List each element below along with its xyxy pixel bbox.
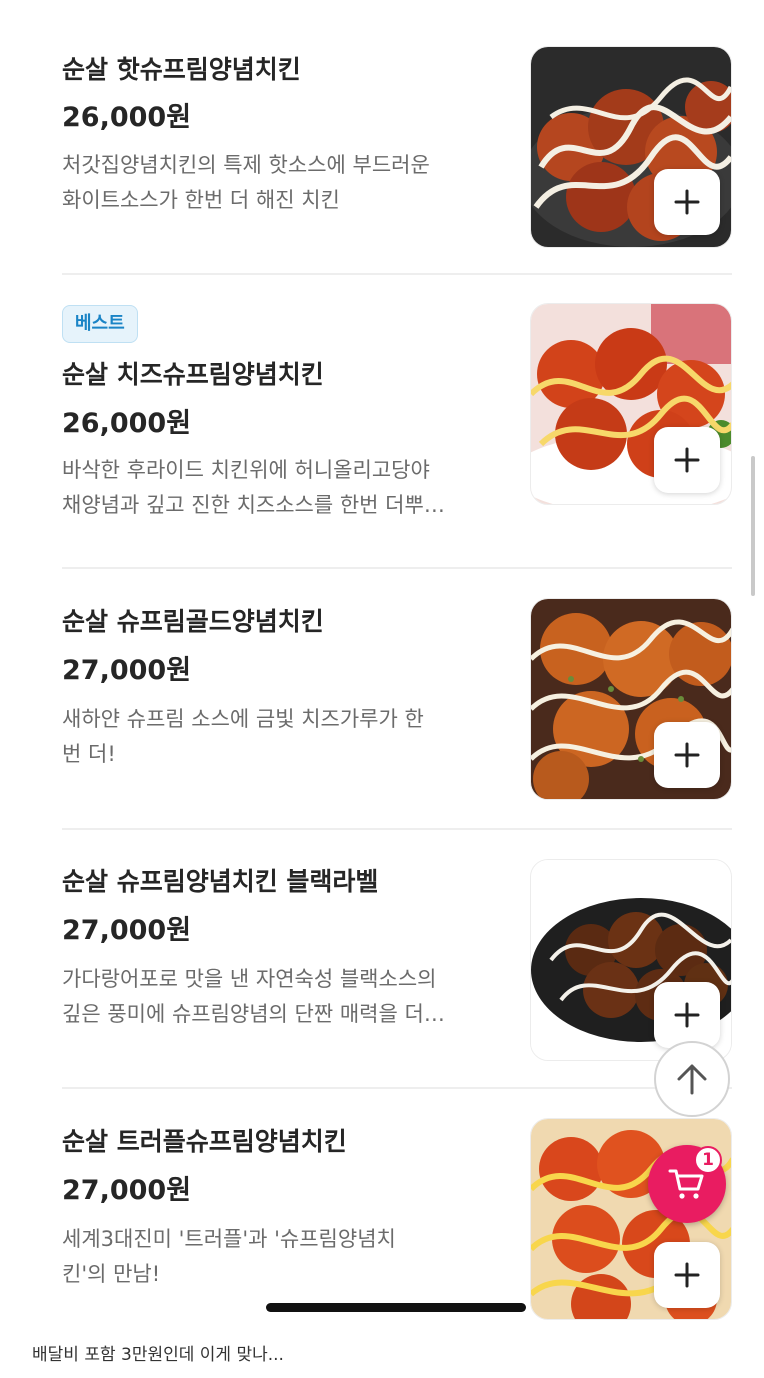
description-line: 새하얀 슈프림 소스에 금빛 치즈가루가 한: [62, 707, 424, 731]
add-to-cart-button[interactable]: [654, 1242, 720, 1308]
menu-item-price: 27,000원: [62, 915, 192, 946]
plus-icon: [674, 742, 700, 768]
menu-item-description: 바삭한 후라이드 치킨위에 허니올리고당야 채양념과 깊고 진한 치즈소스를 한…: [62, 453, 502, 523]
menu-item-name: 순살 핫슈프림양념치킨: [62, 55, 301, 84]
scrollbar[interactable]: [751, 456, 755, 596]
description-line: 번 더!: [62, 742, 116, 766]
menu-item-description: 새하얀 슈프림 소스에 금빛 치즈가루가 한 번 더!: [62, 702, 502, 772]
add-to-cart-button[interactable]: [654, 427, 720, 493]
add-to-cart-button[interactable]: [654, 169, 720, 235]
cart-count-badge: 1: [694, 1146, 722, 1174]
description-line: 세계3대진미 '트러플'과 '슈프림양념치: [62, 1227, 396, 1251]
description-line: 채양념과 깊고 진한 치즈소스를 한번 더뿌…: [62, 493, 445, 517]
divider: [62, 567, 732, 569]
description-line: 바삭한 후라이드 치킨위에 허니올리고당야: [62, 458, 430, 482]
menu-item-description: 세계3대진미 '트러플'과 '슈프림양념치 킨'의 만남!: [62, 1222, 502, 1292]
description-line: 화이트소스가 한번 더 해진 치킨: [62, 188, 340, 212]
description-line: 깊은 풍미에 슈프림양념의 단짠 매력을 더…: [62, 1002, 445, 1026]
menu-item-price: 26,000원: [62, 102, 192, 133]
menu-item-price: 27,000원: [62, 655, 192, 686]
menu-item-name: 순살 슈프림골드양념치킨: [62, 607, 324, 636]
menu-item-price: 27,000원: [62, 1175, 192, 1206]
menu-item-description: 가다랑어포로 맛을 낸 자연숙성 블랙소스의 깊은 풍미에 슈프림양념의 단짠 …: [62, 962, 502, 1032]
divider: [62, 273, 732, 275]
plus-icon: [674, 1002, 700, 1028]
best-badge: 베스트: [62, 305, 138, 343]
home-indicator: [266, 1303, 526, 1312]
plus-icon: [674, 1262, 700, 1288]
menu-item-description: 처갓집양념치킨의 특제 핫소스에 부드러운 화이트소스가 한번 더 해진 치킨: [62, 148, 502, 218]
description-line: 가다랑어포로 맛을 낸 자연숙성 블랙소스의: [62, 967, 437, 991]
arrow-up-icon: [677, 1064, 707, 1095]
caption: 배달비 포함 3만원인데 이게 맞나...: [32, 1345, 284, 1365]
menu-item-price: 26,000원: [62, 408, 192, 439]
menu-item-name: 순살 슈프림양념치킨 블랙라벨: [62, 867, 379, 896]
description-line: 처갓집양념치킨의 특제 핫소스에 부드러운: [62, 153, 430, 177]
plus-icon: [674, 447, 700, 473]
scroll-to-top-button[interactable]: [654, 1041, 730, 1117]
plus-icon: [674, 189, 700, 215]
add-to-cart-button[interactable]: [654, 982, 720, 1048]
divider: [62, 1087, 732, 1089]
divider: [62, 828, 732, 830]
menu-item-name: 순살 치즈슈프림양념치킨: [62, 360, 324, 389]
description-line: 킨'의 만남!: [62, 1262, 161, 1286]
menu-item-name: 순살 트러플슈프림양념치킨: [62, 1127, 347, 1156]
add-to-cart-button[interactable]: [654, 722, 720, 788]
